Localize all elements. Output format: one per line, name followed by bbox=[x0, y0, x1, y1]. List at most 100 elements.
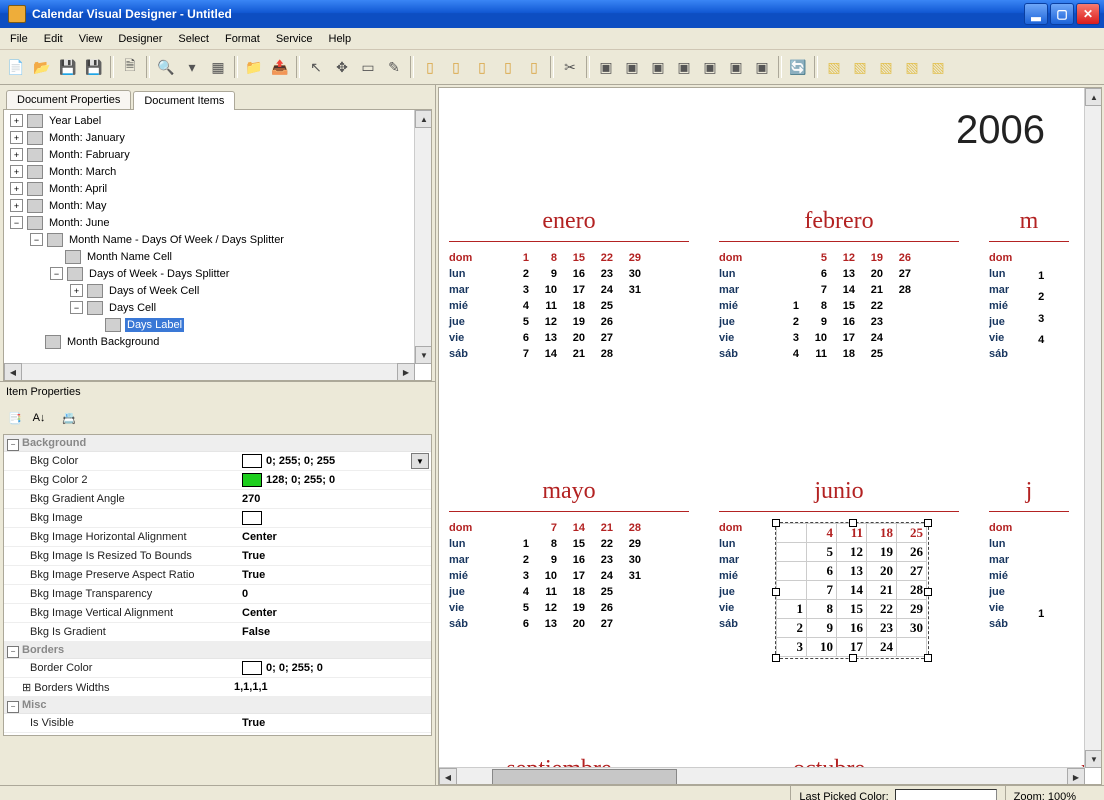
group-1[interactable] bbox=[594, 55, 618, 79]
tab-doc-props[interactable]: Document Properties bbox=[6, 90, 131, 109]
align-2[interactable] bbox=[444, 55, 468, 79]
tab-doc-items[interactable]: Document Items bbox=[133, 91, 235, 110]
stack-5[interactable] bbox=[926, 55, 950, 79]
align-4[interactable] bbox=[496, 55, 520, 79]
prop-margins[interactable]: ⊞ Margins5,5,5,5 bbox=[4, 733, 431, 736]
month-m[interactable]: mdomlunmarmiéjueviesáb1234 bbox=[989, 208, 1069, 360]
expand-icon[interactable] bbox=[10, 165, 23, 178]
expand-icon[interactable] bbox=[10, 199, 23, 212]
tree-mbg[interactable]: Month Background bbox=[65, 335, 161, 349]
menu-designer[interactable]: Designer bbox=[110, 31, 170, 47]
tree-may[interactable]: Month: May bbox=[47, 199, 108, 213]
open-button[interactable] bbox=[30, 55, 54, 79]
maximize-button[interactable] bbox=[1050, 3, 1074, 25]
close-button[interactable] bbox=[1076, 3, 1100, 25]
tree-hscroll[interactable]: ◀▶ bbox=[4, 363, 415, 380]
draw-tool[interactable] bbox=[382, 55, 406, 79]
stack-4[interactable] bbox=[900, 55, 924, 79]
prop-bkgimg-aspect[interactable]: Bkg Image Preserve Aspect RatioTrue bbox=[4, 566, 431, 585]
tree-dayscell[interactable]: Days Cell bbox=[107, 301, 158, 315]
group-4[interactable] bbox=[672, 55, 696, 79]
pointer-tool[interactable] bbox=[304, 55, 328, 79]
expand-icon[interactable] bbox=[10, 114, 23, 127]
collapse-icon[interactable] bbox=[70, 301, 83, 314]
group-5[interactable] bbox=[698, 55, 722, 79]
stack-1[interactable] bbox=[822, 55, 846, 79]
tree-jun[interactable]: Month: June bbox=[47, 216, 112, 230]
group-7[interactable] bbox=[750, 55, 774, 79]
tree-mar[interactable]: Month: March bbox=[47, 165, 118, 179]
expand-icon[interactable] bbox=[10, 182, 23, 195]
menu-service[interactable]: Service bbox=[268, 31, 321, 47]
rect-tool[interactable] bbox=[356, 55, 380, 79]
minimize-button[interactable] bbox=[1024, 3, 1048, 25]
prop-bkgimg-transp[interactable]: Bkg Image Transparency0 bbox=[4, 585, 431, 604]
prop-bordercolor[interactable]: Border Color0; 0; 255; 0 bbox=[4, 659, 431, 678]
expand-icon[interactable] bbox=[10, 148, 23, 161]
sort-button[interactable]: A↓ bbox=[28, 407, 50, 429]
year-label[interactable]: 2006 bbox=[956, 108, 1045, 153]
collapse-icon[interactable] bbox=[30, 233, 43, 246]
month-febrero[interactable]: febrerodomlunmarmiéjueviesáb512192661320… bbox=[719, 208, 959, 360]
prop-isvisible[interactable]: Is VisibleTrue bbox=[4, 714, 431, 733]
categorize-button[interactable]: 📑 bbox=[4, 407, 26, 429]
prop-borderwidths[interactable]: ⊞ Borders Widths1,1,1,1 bbox=[4, 678, 431, 697]
menu-edit[interactable]: Edit bbox=[36, 31, 71, 47]
tree-dowcell[interactable]: Days of Week Cell bbox=[107, 284, 201, 298]
zoom-button[interactable] bbox=[154, 55, 178, 79]
align-5[interactable] bbox=[522, 55, 546, 79]
month-mayo[interactable]: mayodomlunmarmiéjueviesáb714212818152229… bbox=[449, 478, 689, 630]
export-button[interactable] bbox=[268, 55, 292, 79]
menu-select[interactable]: Select bbox=[170, 31, 217, 47]
tree-dowsplit[interactable]: Days of Week - Days Splitter bbox=[87, 267, 231, 281]
month-j[interactable]: jdomlunmarmiéjueviesáb1 bbox=[989, 478, 1069, 630]
print-button[interactable] bbox=[118, 55, 142, 79]
expand-icon[interactable] bbox=[10, 131, 23, 144]
property-grid[interactable]: Background Bkg Color0; 255; 0; 255▼ Bkg … bbox=[3, 434, 432, 736]
cut-button[interactable] bbox=[558, 55, 582, 79]
canvas[interactable]: 2006 enerodomlunmarmiéjueviesáb1815222929… bbox=[438, 87, 1102, 785]
menu-help[interactable]: Help bbox=[321, 31, 360, 47]
cat-borders[interactable]: Borders bbox=[4, 642, 431, 659]
prop-bkgcolor2[interactable]: Bkg Color 2128; 0; 255; 0 bbox=[4, 471, 431, 490]
tree-year[interactable]: Year Label bbox=[47, 114, 103, 128]
menu-view[interactable]: View bbox=[71, 31, 111, 47]
canvas-vscroll[interactable]: ▲▼ bbox=[1084, 88, 1101, 768]
prop-bkgimg-valign[interactable]: Bkg Image Vertical AlignmentCenter bbox=[4, 604, 431, 623]
dropdown-icon[interactable]: ▼ bbox=[411, 453, 429, 469]
month-enero[interactable]: enerodomlunmarmiéjueviesáb18152229291623… bbox=[449, 208, 689, 360]
month-junio[interactable]: juniodomlunmarmiéjueviesáb41118255121926… bbox=[719, 478, 959, 659]
tree[interactable]: Year Label Month: January Month: Fabruar… bbox=[3, 109, 432, 381]
prop-bkgimg-resize[interactable]: Bkg Image Is Resized To BoundsTrue bbox=[4, 547, 431, 566]
propcard-button[interactable]: 📇 bbox=[58, 407, 80, 429]
tree-jan[interactable]: Month: January bbox=[47, 131, 127, 145]
zoom-dropdown-icon[interactable]: ▾ bbox=[180, 55, 204, 79]
tree-mncell[interactable]: Month Name Cell bbox=[85, 250, 174, 264]
move-tool[interactable] bbox=[330, 55, 354, 79]
stack-3[interactable] bbox=[874, 55, 898, 79]
align-1[interactable] bbox=[418, 55, 442, 79]
collapse-icon[interactable] bbox=[50, 267, 63, 280]
invert-button[interactable]: 🔄 bbox=[786, 55, 810, 79]
menu-format[interactable]: Format bbox=[217, 31, 268, 47]
group-3[interactable] bbox=[646, 55, 670, 79]
expand-icon[interactable] bbox=[70, 284, 83, 297]
selection-box[interactable]: 4111825512192661320277142128181522292916… bbox=[775, 522, 929, 659]
cat-bg[interactable]: Background bbox=[4, 435, 431, 452]
collapse-icon[interactable] bbox=[10, 216, 23, 229]
saveall-button[interactable] bbox=[82, 55, 106, 79]
group-6[interactable] bbox=[724, 55, 748, 79]
tree-apr[interactable]: Month: April bbox=[47, 182, 109, 196]
tree-split[interactable]: Month Name - Days Of Week / Days Splitte… bbox=[67, 233, 286, 247]
align-3[interactable] bbox=[470, 55, 494, 79]
cat-misc[interactable]: Misc bbox=[4, 697, 431, 714]
group-2[interactable] bbox=[620, 55, 644, 79]
prop-bkggradangle[interactable]: Bkg Gradient Angle270 bbox=[4, 490, 431, 509]
prop-bkg-isgradient[interactable]: Bkg Is GradientFalse bbox=[4, 623, 431, 642]
tree-vscroll[interactable]: ▲▼ bbox=[414, 110, 431, 364]
save-button[interactable] bbox=[56, 55, 80, 79]
prop-bkgcolor[interactable]: Bkg Color0; 255; 0; 255▼ bbox=[4, 452, 431, 471]
stack-2[interactable] bbox=[848, 55, 872, 79]
folder-button[interactable] bbox=[242, 55, 266, 79]
tree-feb[interactable]: Month: Fabruary bbox=[47, 148, 132, 162]
